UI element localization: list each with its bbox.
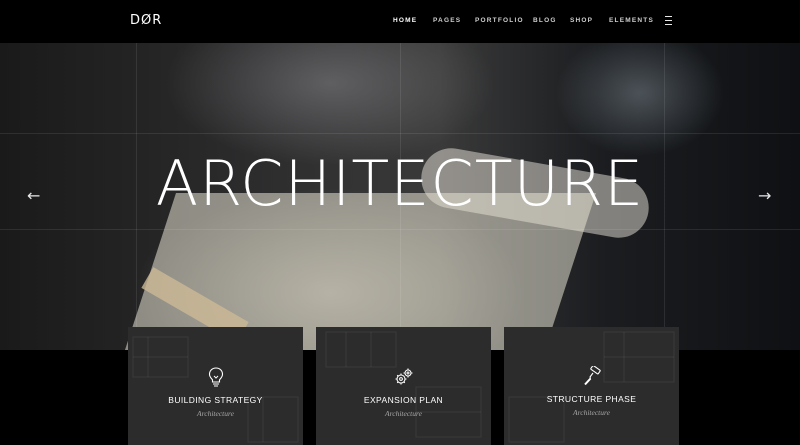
nav-item-pages[interactable]: PAGES xyxy=(433,17,461,24)
hero-slider: ARCHITECTURE ← → xyxy=(0,43,800,350)
hamburger-line xyxy=(665,16,672,17)
gears-icon xyxy=(316,367,491,389)
feature-card-expansion-plan[interactable]: EXPANSION PLAN Architecture xyxy=(316,327,491,445)
feature-subtitle: Architecture xyxy=(385,409,422,418)
site-logo[interactable]: DØR xyxy=(130,13,162,28)
feature-cards: BUILDING STRATEGY Architecture EXPANSION… xyxy=(0,327,800,445)
feature-subtitle: Architecture xyxy=(573,408,610,417)
feature-title: STRUCTURE PHASE xyxy=(546,394,637,404)
slider-next-arrow-icon[interactable]: → xyxy=(758,188,771,204)
feature-title: EXPANSION PLAN xyxy=(363,395,444,405)
paint-roller-icon xyxy=(504,366,679,388)
feature-card-structure-phase[interactable]: STRUCTURE PHASE Architecture xyxy=(504,327,679,445)
hamburger-icon[interactable] xyxy=(665,16,672,25)
hamburger-line xyxy=(665,24,672,25)
slider-prev-arrow-icon[interactable]: ← xyxy=(27,188,40,204)
feature-card-building-strategy[interactable]: BUILDING STRATEGY Architecture xyxy=(128,327,303,445)
hamburger-line xyxy=(665,20,672,21)
lightbulb-icon xyxy=(128,367,303,389)
feature-subtitle: Architecture xyxy=(197,409,234,418)
nav-item-home[interactable]: HOME xyxy=(393,17,417,24)
hero-title: ARCHITECTURE xyxy=(155,147,645,220)
nav-item-portfolio[interactable]: PORTFOLIO xyxy=(475,17,524,24)
nav-item-shop[interactable]: SHOP xyxy=(570,17,593,24)
feature-title: BUILDING STRATEGY xyxy=(168,395,263,405)
site-header: DØR HOME PAGES PORTFOLIO BLOG SHOP ELEME… xyxy=(0,0,800,43)
nav-item-blog[interactable]: BLOG xyxy=(533,17,557,24)
nav-item-elements[interactable]: ELEMENTS xyxy=(609,17,654,24)
